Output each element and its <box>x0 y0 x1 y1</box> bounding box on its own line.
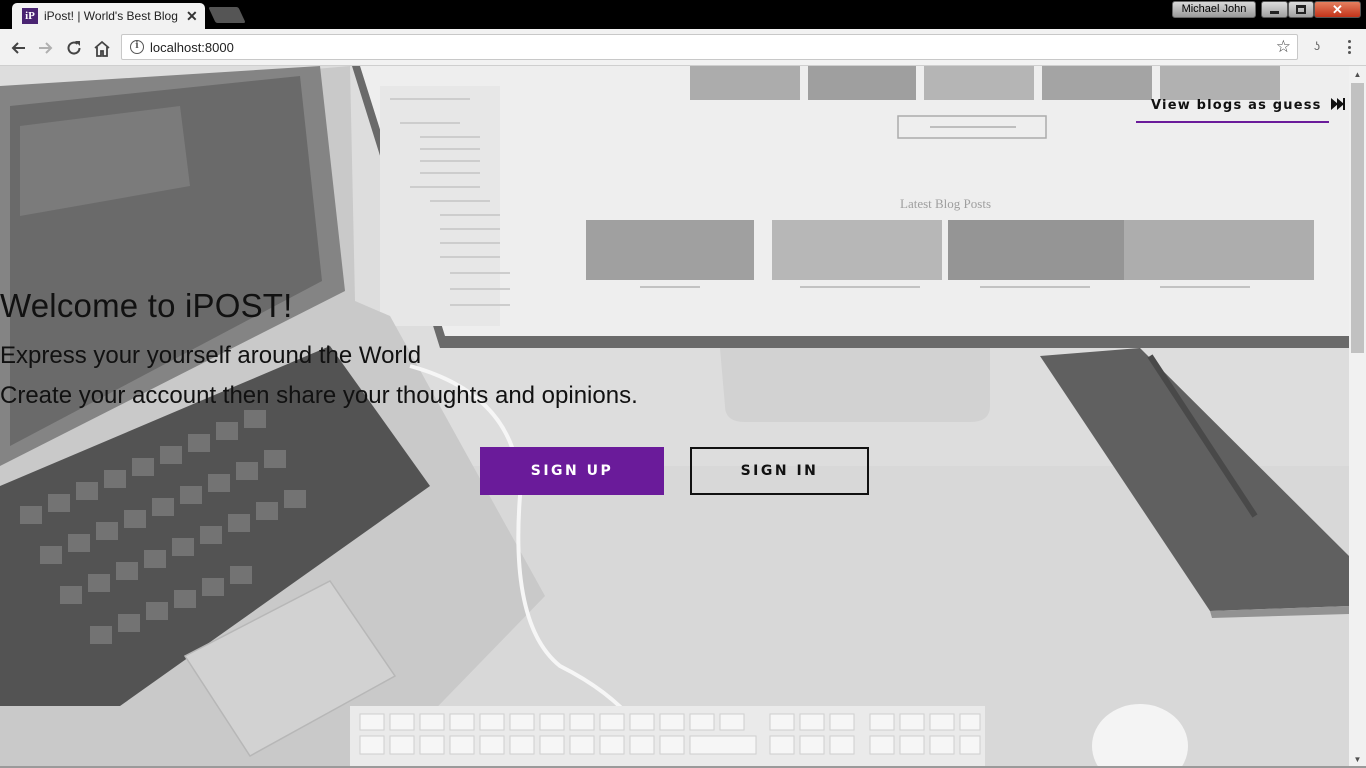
minimize-icon <box>1270 11 1279 14</box>
browser-tab[interactable]: iP iPost! | World's Best Blog ✕ <box>12 3 205 29</box>
scrollbar-thumb[interactable] <box>1351 83 1364 353</box>
maximize-icon <box>1296 5 1306 14</box>
browser-titlebar: iP iPost! | World's Best Blog ✕ Michael … <box>0 0 1366 29</box>
favicon-icon: iP <box>22 8 38 24</box>
view-as-guest-link[interactable]: View blogs as guess <box>1136 94 1346 123</box>
window-close-button[interactable]: ✕ <box>1314 1 1361 18</box>
info-icon[interactable]: i <box>130 40 144 54</box>
browser-toolbar: i localhost:8000 ☆ ʖ <box>0 29 1366 66</box>
tab-close-icon[interactable]: ✕ <box>186 8 198 25</box>
extension-icon[interactable]: ʖ <box>1308 39 1326 55</box>
scroll-up-arrow-icon[interactable]: ▲ <box>1349 66 1366 83</box>
guest-link-label: View blogs as guess <box>1151 98 1322 113</box>
url-text[interactable]: localhost:8000 <box>150 40 234 55</box>
sign-in-button[interactable]: SIGN IN <box>690 447 869 495</box>
page-viewport: Latest Blog Posts View blogs as guess We… <box>0 66 1349 768</box>
vertical-scrollbar[interactable]: ▲ ▼ <box>1349 66 1366 768</box>
home-icon <box>94 40 110 57</box>
background-desk-photo: Latest Blog Posts <box>0 66 1349 768</box>
profile-button[interactable]: Michael John <box>1172 1 1256 18</box>
subtitle-line-2: Create your account then share your thou… <box>0 382 638 409</box>
maximize-button[interactable] <box>1288 1 1314 18</box>
subtitle-line-1: Express your yourself around the World <box>0 342 422 369</box>
back-button[interactable] <box>7 37 29 59</box>
tab-title: iPost! | World's Best Blog <box>44 9 178 23</box>
forward-button[interactable] <box>35 37 57 59</box>
minimize-button[interactable] <box>1261 1 1288 18</box>
home-button[interactable] <box>91 37 113 59</box>
back-arrow-icon <box>11 42 25 54</box>
reload-icon <box>67 41 81 55</box>
menu-icon[interactable] <box>1340 38 1358 56</box>
fast-forward-icon <box>1331 98 1346 110</box>
forward-arrow-icon <box>39 42 53 54</box>
close-icon: ✕ <box>1332 1 1343 17</box>
sign-up-button[interactable]: SIGN UP <box>480 447 664 495</box>
welcome-title: Welcome to iPOST! <box>0 287 293 324</box>
new-tab-button[interactable] <box>208 7 246 23</box>
bookmark-star-icon[interactable]: ☆ <box>1276 37 1291 57</box>
address-bar[interactable]: i localhost:8000 ☆ <box>121 34 1298 60</box>
reload-button[interactable] <box>63 37 85 59</box>
